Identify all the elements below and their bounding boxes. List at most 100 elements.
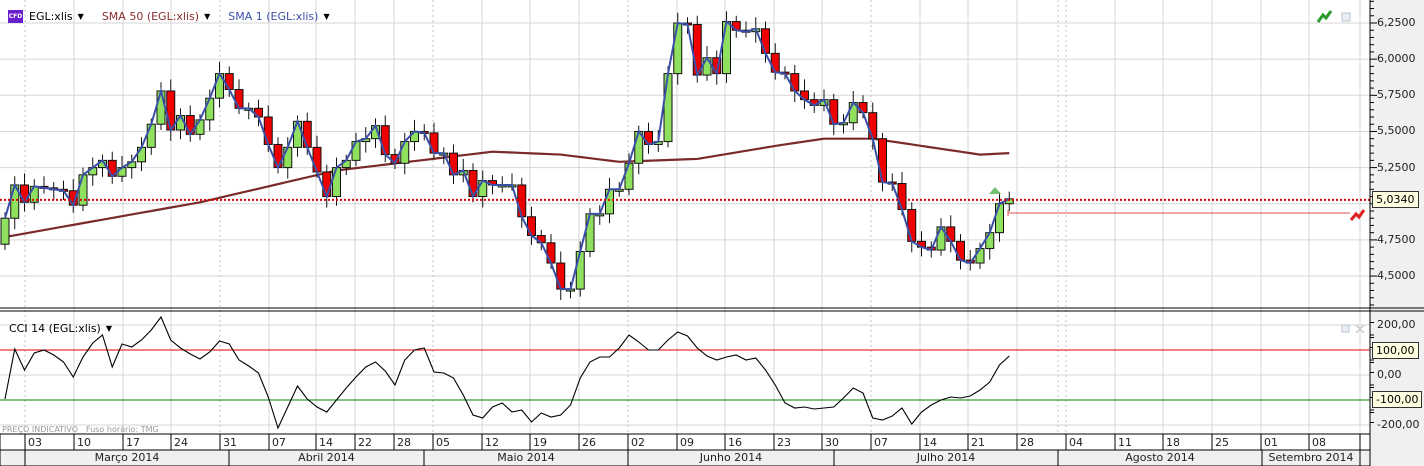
candle-body — [868, 112, 878, 140]
candle-body — [312, 146, 322, 173]
candle-body — [400, 141, 410, 164]
price-axis-label: 4,5000 — [1377, 269, 1416, 283]
week-label: 24 — [174, 436, 188, 449]
candle-body — [829, 99, 839, 125]
candle-body — [624, 162, 634, 190]
cci-axis-label: 200,00 — [1377, 318, 1416, 331]
candle-body — [263, 116, 273, 145]
candle-body — [770, 52, 780, 73]
timezone-note: Fuso horário: TMG — [86, 425, 159, 434]
week-label: 26 — [582, 436, 596, 449]
cci-axis-label: 0,00 — [1377, 368, 1402, 381]
candle-body — [293, 120, 302, 148]
candle-body — [975, 248, 985, 264]
candle-body — [527, 216, 536, 237]
instrument-legend[interactable]: EGL:xlis ▼ — [29, 10, 84, 23]
cci-maximize-icon — [1341, 324, 1350, 333]
week-label: 18 — [1166, 436, 1180, 449]
candle-body — [449, 152, 458, 176]
week-label: 05 — [436, 436, 450, 449]
week-label: 17 — [126, 436, 140, 449]
candle-body — [702, 57, 712, 76]
price-axis-label: 6,2500 — [1377, 16, 1416, 29]
week-label: 19 — [533, 436, 547, 449]
week-label: 03 — [28, 436, 42, 449]
candle-body — [790, 73, 800, 92]
candle-body — [761, 28, 770, 54]
candle-body — [907, 209, 917, 242]
candle-body — [585, 213, 595, 252]
price-axis-label: 5,5000 — [1377, 124, 1416, 138]
cci-lower-level-label: -100,00 — [1372, 391, 1423, 408]
candle-body — [351, 141, 361, 161]
candle-body — [575, 250, 585, 290]
month-label: Agosto 2014 — [1125, 451, 1195, 464]
candle-body — [478, 180, 488, 198]
cci-axis-label: -200,00 — [1377, 418, 1420, 431]
price-axis-label: 5,2500 — [1377, 160, 1416, 174]
sma50-label: SMA 50 (EGL:xlis) — [101, 10, 200, 23]
candle-body — [985, 232, 995, 250]
week-label: 28 — [1020, 436, 1034, 449]
caret-down-icon: ▼ — [105, 324, 112, 333]
cci-label: CCI 14 (EGL:xlis) — [9, 322, 101, 335]
candle-body — [722, 21, 731, 75]
month-label: Junho 2014 — [699, 451, 763, 464]
candle-body — [273, 143, 283, 169]
candle-body — [897, 183, 907, 211]
price-legend: CFD EGL:xlis ▼ SMA 50 (EGL:xlis) ▼ SMA 1 (… — [8, 10, 348, 23]
candle-body — [556, 262, 566, 290]
candle-body — [995, 203, 1004, 234]
week-label: 23 — [777, 436, 791, 449]
candle-body — [663, 73, 673, 143]
candle-body — [0, 217, 10, 245]
cci-legend[interactable]: CCI 14 (EGL:xlis) ▼ — [9, 322, 112, 335]
candle-body — [429, 132, 439, 154]
week-label: 14 — [923, 436, 937, 449]
candle-body — [956, 240, 965, 261]
month-label: Março 2014 — [94, 451, 160, 464]
week-label: 25 — [1215, 436, 1229, 449]
price-axis-label: 6,0000 — [1377, 52, 1416, 66]
cfd-badge-icon: CFD — [8, 10, 23, 23]
chart-canvas[interactable] — [0, 0, 1424, 466]
week-label: 22 — [358, 436, 372, 449]
maximize-icon — [1341, 12, 1351, 22]
week-label: 04 — [1069, 436, 1083, 449]
price-axis-label: 4,7500 — [1377, 232, 1416, 246]
week-label: 07 — [272, 436, 286, 449]
caret-down-icon: ▼ — [323, 12, 330, 21]
month-label: Julho 2014 — [916, 451, 976, 464]
candle-body — [380, 125, 390, 156]
caret-down-icon: ▼ — [77, 12, 84, 21]
sma1-label: SMA 1 (EGL:xlis) — [228, 10, 319, 23]
week-label: 10 — [77, 436, 91, 449]
week-label: 31 — [223, 436, 237, 449]
candle-body — [302, 120, 312, 148]
candle-body — [332, 167, 341, 198]
week-label: 02 — [631, 436, 645, 449]
week-label: 07 — [874, 436, 888, 449]
week-label: 11 — [1118, 436, 1132, 449]
week-label: 08 — [1312, 436, 1326, 449]
week-label: 01 — [1264, 436, 1278, 449]
price-axis-label: 5,7500 — [1377, 88, 1416, 102]
candle-body — [205, 97, 215, 121]
candle-body — [195, 119, 205, 135]
candle-body — [283, 146, 293, 169]
footnote: PREÇO INDICATIVO Fuso horário: TMG — [2, 425, 167, 434]
candle-body — [644, 130, 653, 145]
candle-body — [517, 184, 527, 218]
sma50-legend[interactable]: SMA 50 (EGL:xlis) ▼ — [102, 10, 210, 23]
week-label: 12 — [485, 436, 499, 449]
candle-body — [605, 188, 614, 215]
week-label: 30 — [825, 436, 839, 449]
caret-down-icon: ▼ — [204, 12, 211, 21]
candle-body — [673, 22, 683, 75]
sma1-legend[interactable]: SMA 1 (EGL:xlis) ▼ — [228, 10, 329, 23]
month-label: Abril 2014 — [298, 451, 355, 464]
week-label: 14 — [319, 436, 333, 449]
week-label: 16 — [728, 436, 742, 449]
candle-body — [224, 73, 234, 91]
candle-body — [946, 226, 956, 242]
